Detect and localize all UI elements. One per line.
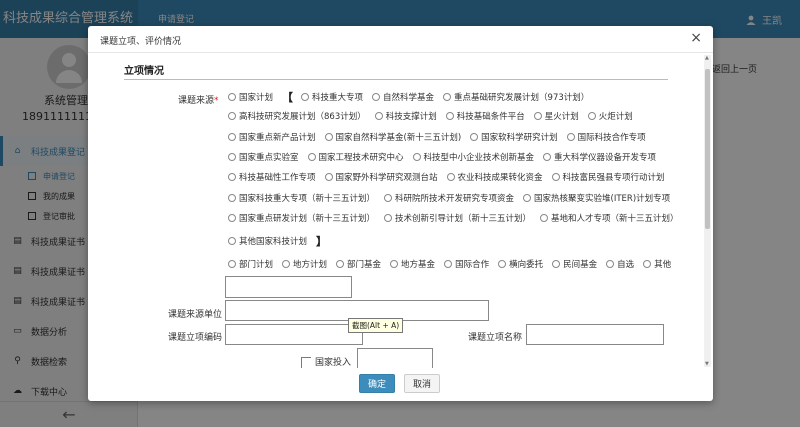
- scroll-down-icon[interactable]: ▼: [705, 361, 709, 367]
- radio-option[interactable]: 科技富民强县专项行动计划: [551, 171, 665, 183]
- close-icon[interactable]: ×: [690, 31, 702, 45]
- radio-option[interactable]: 国际科技合作专项: [566, 131, 646, 143]
- radio-option[interactable]: 国家软科学研究计划: [470, 131, 558, 143]
- national-plan-row: 国家重点研发计划（新十三五计划） 技术创新引导计划（新十三五计划） 基地和人才专…: [228, 212, 688, 224]
- radio-option[interactable]: 国家重点新产品计划: [228, 131, 316, 143]
- dialog-scrollbar[interactable]: ▲ ▼: [704, 55, 711, 367]
- dialog-header: 课题立项、评价情况 ×: [88, 26, 713, 53]
- dialog-body: 立项情况 课题来源* 国家计划 【 科技重大专项 自然科学基金 重点基础研究发展…: [88, 54, 713, 368]
- other-source-row: 部门计划 地方计划 部门基金 地方基金 国际合作 横向委托 民间基金 自选 其他: [228, 258, 680, 270]
- radio-option[interactable]: 国家工程技术研究中心: [307, 151, 404, 163]
- dialog-footer: 确定 取消: [88, 368, 713, 401]
- national-plan-row: 国家重点实验室 国家工程技术研究中心 科技型中小企业技术创新基金 重大科学仪器设…: [228, 151, 665, 163]
- radio-option[interactable]: 其他国家科技计划: [228, 235, 307, 247]
- project-name-label: 课题立项名称: [468, 333, 523, 343]
- radio-option[interactable]: 地方计划: [282, 258, 327, 270]
- radio-option[interactable]: 其他: [643, 258, 671, 270]
- radio-option[interactable]: 国家科技重大专项（新十三五计划）: [228, 192, 375, 204]
- national-plan-row: 国家重点新产品计划 国家自然科学基金(新十三五计划) 国家软科学研究计划 国际科…: [228, 131, 655, 143]
- radio-option[interactable]: 部门计划: [228, 258, 273, 270]
- national-plan-row: 国家科技重大专项（新十三五计划） 科研院所技术开发研究专项资金 国家热核聚变实验…: [228, 192, 679, 204]
- section-title: 立项情况: [124, 66, 164, 77]
- radio-option[interactable]: 地方基金: [390, 258, 435, 270]
- radio-option[interactable]: 国家重点研发计划（新十三五计划）: [228, 212, 375, 224]
- cancel-button[interactable]: 取消: [404, 374, 441, 393]
- radio-option[interactable]: 高科技研究发展计划（863计划）: [228, 110, 366, 122]
- radio-option[interactable]: 国家自然科学基金(新十三五计划): [324, 131, 461, 143]
- radio-option[interactable]: 科技支撑计划: [374, 110, 437, 122]
- radio-option[interactable]: 火炬计划: [587, 110, 633, 122]
- radio-option[interactable]: 科技基础性工作专项: [228, 171, 316, 183]
- screenshot-tooltip: 截图(Alt + A): [348, 318, 404, 333]
- investment-group-line: [301, 357, 311, 368]
- radio-national-plan[interactable]: 国家计划: [228, 91, 273, 103]
- radio-option[interactable]: 技术创新引导计划（新十三五计划）: [384, 212, 531, 224]
- national-plan-row: 高科技研究发展计划（863计划） 科技支撑计划 科技基础条件平台 星火计划 火炬…: [228, 110, 642, 122]
- radio-option[interactable]: 科技重大专项: [301, 91, 363, 103]
- radio-option[interactable]: 部门基金: [336, 258, 381, 270]
- radio-option[interactable]: 国家野外科学研究观测台站: [324, 171, 438, 183]
- national-plan-row: 国家计划 【 科技重大专项 自然科学基金 重点基础研究发展计划（973计划）: [228, 89, 598, 105]
- national-plan-row: 科技基础性工作专项 国家野外科学研究观测台站 农业科技成果转化资金 科技富民强县…: [228, 171, 674, 183]
- radio-option[interactable]: 基地和人才专项（新十三五计划）: [540, 212, 679, 224]
- radio-option[interactable]: 重点基础研究发展计划（973计划）: [443, 91, 589, 103]
- national-investment-input[interactable]: [357, 348, 433, 368]
- scroll-up-icon[interactable]: ▲: [705, 55, 709, 61]
- section-divider: [124, 79, 668, 80]
- project-dialog: 课题立项、评价情况 × 立项情况 课题来源* 国家计划 【 科技重大专项 自然科…: [88, 26, 713, 401]
- source-unit-label: 课题来源单位: [168, 310, 223, 320]
- radio-option[interactable]: 科技基础条件平台: [445, 110, 525, 122]
- project-code-label: 课题立项编码: [168, 333, 223, 343]
- radio-option[interactable]: 星火计划: [533, 110, 579, 122]
- radio-option[interactable]: 国际合作: [444, 258, 489, 270]
- bracket-open: 【: [282, 91, 294, 104]
- scroll-thumb[interactable]: [705, 69, 710, 229]
- radio-option[interactable]: 科研院所技术开发研究专项资金: [384, 192, 514, 204]
- confirm-button[interactable]: 确定: [359, 374, 396, 393]
- radio-option[interactable]: 重大科学仪器设备开发专项: [543, 151, 656, 163]
- national-plan-row: 其他国家科技计划 】: [228, 233, 335, 249]
- radio-option[interactable]: 横向委托: [498, 258, 543, 270]
- radio-option[interactable]: 科技型中小企业技术创新基金: [412, 151, 534, 163]
- radio-option[interactable]: 自然科学基金: [372, 91, 434, 103]
- national-investment-label: 国家投入: [315, 358, 352, 368]
- radio-option[interactable]: 国家热核聚变实验堆(ITER)计划专项: [523, 192, 670, 204]
- radio-option[interactable]: 农业科技成果转化资金: [446, 171, 543, 183]
- bracket-close: 】: [316, 235, 328, 248]
- project-code-input[interactable]: [225, 324, 363, 345]
- other-source-input[interactable]: [225, 276, 352, 298]
- radio-option[interactable]: 民间基金: [552, 258, 597, 270]
- radio-option[interactable]: 自选: [606, 258, 634, 270]
- project-name-input[interactable]: [526, 324, 664, 345]
- dialog-title: 课题立项、评价情况: [100, 37, 182, 47]
- source-label: 课题来源*: [178, 96, 219, 106]
- radio-option[interactable]: 国家重点实验室: [228, 151, 299, 163]
